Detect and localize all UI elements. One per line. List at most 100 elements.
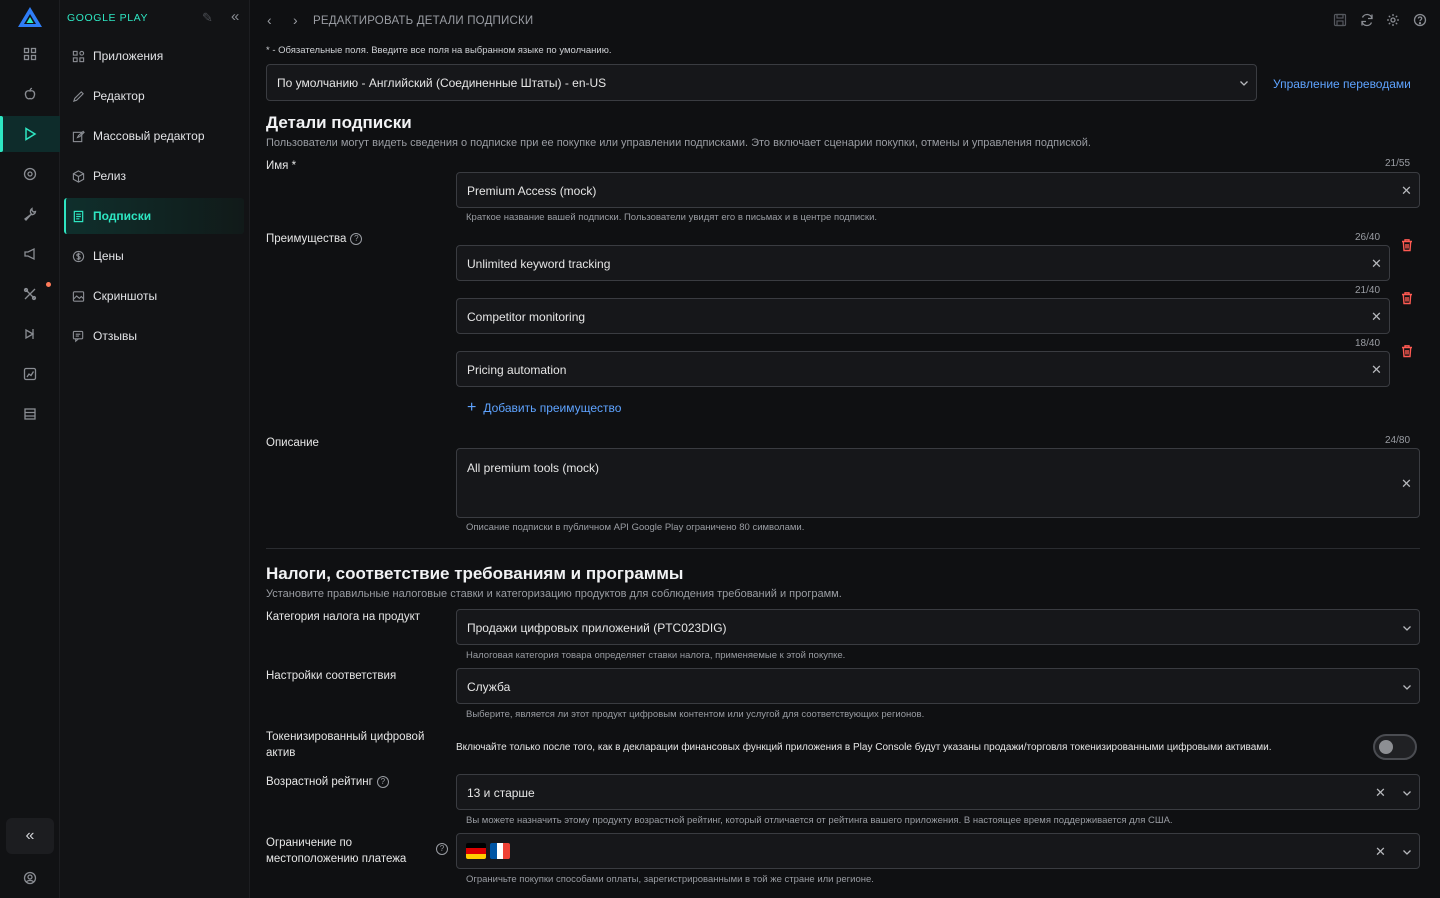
payment-location-select[interactable]: ✕	[456, 833, 1420, 869]
compliance-select[interactable]: Служба	[456, 668, 1420, 704]
chevron-down-icon	[1403, 626, 1411, 631]
benefit-input-value: Competitor monitoring	[467, 310, 586, 324]
rail-collapse-button[interactable]: «	[6, 818, 54, 854]
save-icon[interactable]	[1333, 13, 1347, 27]
app-logo-icon[interactable]	[17, 6, 43, 28]
rail-apple-icon[interactable]	[0, 76, 60, 112]
nav-item-label: Скриншоты	[93, 289, 158, 303]
description-value: All premium tools (mock)	[467, 461, 600, 475]
nav-item-reviews[interactable]: Отзывы	[64, 318, 244, 354]
trash-icon[interactable]	[1400, 238, 1414, 252]
image-icon	[72, 290, 85, 302]
nav-item-label: Массовый редактор	[93, 129, 205, 143]
add-benefit-button[interactable]: + Добавить преимущество	[467, 400, 621, 416]
pencil-icon[interactable]: ✎	[202, 10, 213, 26]
clear-benefit-icon[interactable]: ✕	[1371, 309, 1382, 325]
benefit-input[interactable]: Pricing automation ✕	[456, 351, 1390, 387]
toggle-knob	[1379, 740, 1393, 754]
selected-flags	[466, 843, 510, 859]
collapse-nav-icon[interactable]: «	[231, 8, 239, 25]
benefit-counter: 26/40	[1355, 232, 1381, 243]
app-root: « GOOGLE PLAY ✎ « Приложения Редактор Ма…	[0, 0, 1440, 898]
nav-item-screenshots[interactable]: Скриншоты	[64, 278, 244, 314]
tax-subtitle: Установите правильные налоговые ставки и…	[266, 588, 842, 600]
back-arrow-icon[interactable]: ‹	[267, 12, 272, 28]
nav-item-apps[interactable]: Приложения	[64, 38, 244, 74]
receipt-icon	[73, 210, 84, 222]
help-icon[interactable]	[1413, 13, 1427, 27]
nav-item-release[interactable]: Релиз	[64, 158, 244, 194]
details-title: Детали подписки	[266, 113, 412, 132]
nav-item-label: Приложения	[93, 49, 164, 63]
nav-item-label: Отзывы	[93, 329, 137, 343]
nav-title: GOOGLE PLAY	[67, 12, 149, 24]
description-textarea[interactable]: All premium tools (mock) ✕	[456, 448, 1420, 518]
compliance-hint: Выберите, является ли этот продукт цифро…	[466, 709, 925, 720]
tokenized-asset-label: Токенизированный цифровой актив	[266, 729, 424, 761]
clear-name-icon[interactable]: ✕	[1401, 183, 1412, 199]
benefit-counter: 21/40	[1355, 285, 1381, 296]
rail-dashboard-icon[interactable]	[0, 36, 60, 72]
top-bar: ‹ › РЕДАКТИРОВАТЬ ДЕТАЛИ ПОДПИСКИ	[251, 0, 1440, 42]
benefits-label-text: Преимущества	[266, 233, 347, 245]
nav-item-label: Цены	[93, 249, 124, 263]
tax-category-label-text: Категория налога на продукт	[266, 611, 421, 623]
age-rating-label: Возрастной рейтинг ?	[266, 776, 389, 788]
name-input[interactable]: Premium Access (mock) ✕	[456, 172, 1420, 208]
age-rating-select[interactable]: 13 и старше ✕	[456, 774, 1420, 810]
name-counter: 21/55	[1385, 158, 1411, 169]
help-circle-icon[interactable]: ?	[350, 233, 363, 245]
tax-category-select[interactable]: Продажи цифровых приложений (PTC023DIG)	[456, 609, 1420, 645]
clear-age-rating-icon[interactable]: ✕	[1375, 785, 1386, 801]
refresh-icon[interactable]	[1360, 13, 1374, 27]
package-icon	[72, 169, 85, 183]
double-chevron-left-icon: «	[25, 827, 35, 844]
clear-benefit-icon[interactable]: ✕	[1371, 362, 1382, 378]
manage-translations-link[interactable]: Управление переводами	[1273, 77, 1411, 91]
name-label: Имя *	[266, 160, 296, 172]
edit-box-icon	[72, 130, 85, 142]
nav-item-editor[interactable]: Редактор	[64, 78, 244, 114]
tokenized-asset-label-line: Токенизированный цифровой	[266, 731, 425, 743]
description-label: Описание	[266, 437, 319, 449]
clear-benefit-icon[interactable]: ✕	[1371, 256, 1382, 272]
language-select[interactable]: По умолчанию - Английский (Соединенные Ш…	[266, 64, 1257, 101]
tokenized-asset-toggle[interactable]	[1373, 734, 1417, 760]
rail-wrench-icon[interactable]	[0, 196, 60, 232]
clear-location-icon[interactable]: ✕	[1375, 844, 1386, 860]
clear-description-icon[interactable]: ✕	[1401, 476, 1412, 492]
rail-code-icon[interactable]	[0, 316, 60, 352]
rail-eye-icon[interactable]	[0, 156, 60, 192]
rail-megaphone-icon[interactable]	[0, 236, 60, 272]
gear-icon[interactable]	[1386, 13, 1400, 27]
rail-google-play-icon[interactable]	[0, 116, 60, 152]
age-rating-value: 13 и старше	[467, 786, 535, 800]
help-circle-icon[interactable]: ?	[436, 843, 448, 855]
flag-france-icon[interactable]	[490, 843, 510, 859]
section-nav: GOOGLE PLAY ✎ « Приложения Редактор Масс…	[60, 0, 250, 898]
required-note: * - Обязательные поля. Введите все поля …	[266, 45, 612, 56]
nav-header: GOOGLE PLAY ✎ «	[67, 8, 247, 28]
help-circle-icon[interactable]: ?	[376, 776, 389, 788]
rail-profile-icon[interactable]	[0, 860, 60, 896]
tokenized-asset-description: Включайте только после того, как в декла…	[456, 742, 1272, 753]
nav-item-label: Редактор	[93, 89, 145, 103]
tax-title: Налоги, соответствие требованиям и прогр…	[266, 564, 684, 583]
nav-item-bulk-editor[interactable]: Массовый редактор	[64, 118, 244, 154]
forward-arrow-icon[interactable]: ›	[293, 12, 298, 28]
chevron-down-icon	[1403, 685, 1411, 690]
name-label-text: Имя *	[266, 160, 297, 172]
age-rating-hint: Вы можете назначить этому продукту возра…	[466, 815, 1173, 826]
benefit-input[interactable]: Unlimited keyword tracking ✕	[456, 245, 1390, 281]
nav-item-subscriptions[interactable]: Подписки	[64, 198, 244, 234]
rail-tools-icon[interactable]	[0, 276, 60, 312]
main-content: ‹ › РЕДАКТИРОВАТЬ ДЕТАЛИ ПОДПИСКИ * - Об…	[251, 0, 1440, 898]
age-rating-label-text: Возрастной рейтинг	[266, 776, 373, 788]
trash-icon[interactable]	[1400, 291, 1414, 305]
trash-icon[interactable]	[1400, 344, 1414, 358]
benefit-input[interactable]: Competitor monitoring ✕	[456, 298, 1390, 334]
flag-germany-icon[interactable]	[466, 843, 486, 859]
rail-chart-icon[interactable]	[0, 356, 60, 392]
nav-item-prices[interactable]: Цены	[64, 238, 244, 274]
rail-store-icon[interactable]	[0, 396, 60, 432]
